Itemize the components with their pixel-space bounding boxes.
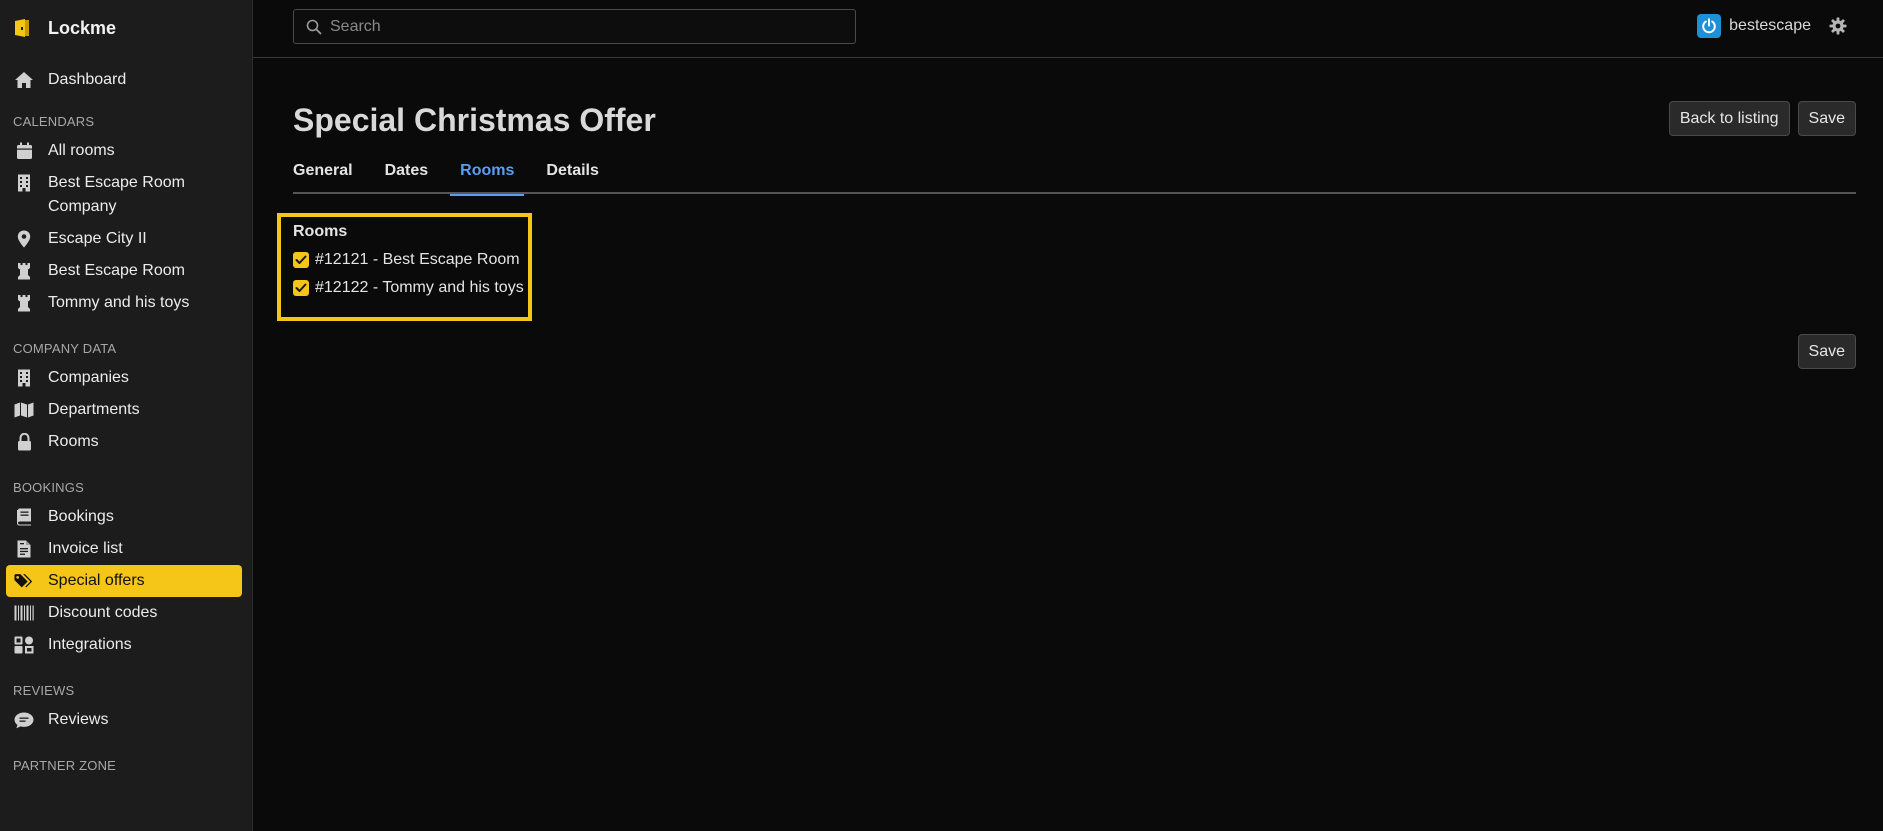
comment-icon: [14, 710, 34, 730]
user-menu[interactable]: bestescape: [1697, 14, 1847, 38]
barcode-icon: [14, 603, 34, 623]
sidebar-item-label: Discount codes: [48, 604, 158, 621]
sidebar-item-label: Integrations: [48, 636, 132, 653]
sidebar-item-label: Bookings: [48, 508, 114, 525]
rooms-title: Rooms: [293, 223, 348, 240]
calendar-icon: [14, 141, 34, 161]
tabs: General Dates Rooms Details: [293, 156, 1856, 196]
sidebar-item-label: Special offers: [48, 572, 145, 589]
sidebar-item-integrations[interactable]: Integrations: [6, 629, 242, 661]
home-icon: [14, 70, 34, 90]
building-icon: [14, 368, 34, 388]
map-icon: [14, 400, 34, 420]
map-pin-icon: [14, 229, 34, 249]
rooms-section: Rooms #12121 - Best Escape Room #12122 -…: [277, 213, 532, 321]
power-icon[interactable]: [1697, 14, 1722, 38]
topbar: bestescape: [253, 0, 1883, 58]
page-title: Special Christmas Offer: [293, 102, 656, 138]
check-icon: [295, 255, 307, 264]
sidebar-item-invoice-list[interactable]: Invoice list: [6, 533, 242, 565]
sidebar-item-label: Departments: [48, 401, 140, 418]
sidebar-item-label: Best Escape Room: [48, 262, 185, 279]
brand[interactable]: Lockme: [0, 0, 252, 56]
user-name[interactable]: bestescape: [1729, 17, 1811, 35]
section-company-data: COMPANY DATA: [13, 341, 117, 356]
sidebar-item-reviews[interactable]: Reviews: [6, 704, 242, 736]
save-bottom-button[interactable]: Save: [1797, 334, 1856, 369]
bottom-actions: Save: [1797, 334, 1856, 369]
sidebar-item-label: Dashboard: [48, 71, 127, 88]
book-icon: [14, 507, 34, 527]
sidebar-item-escape-city-ii[interactable]: Escape City II: [6, 223, 242, 255]
lock-icon: [14, 432, 34, 452]
sidebar-item-label: Best Escape Room Company: [48, 174, 185, 215]
sidebar-item-discount-codes[interactable]: Discount codes: [6, 597, 242, 629]
puzzle-icon: [14, 635, 34, 655]
back-to-listing-button[interactable]: Back to listing: [1668, 101, 1790, 136]
tab-general[interactable]: General: [293, 156, 353, 194]
tags-icon: [14, 571, 34, 591]
sidebar-item-all-rooms[interactable]: All rooms: [6, 135, 242, 167]
sidebar-item-tommy-and-his-toys[interactable]: Tommy and his toys: [6, 287, 242, 319]
section-bookings: BOOKINGS: [13, 480, 84, 495]
sidebar-item-rooms[interactable]: Rooms: [6, 426, 242, 458]
sidebar-item-best-escape-room-company[interactable]: Best Escape Room Company: [6, 167, 242, 223]
section-reviews: REVIEWS: [13, 683, 75, 698]
room-checkbox[interactable]: [293, 280, 309, 296]
main-area: bestescape Special Christmas Offer Back …: [253, 0, 1883, 831]
room-label[interactable]: #12121 - Best Escape Room: [315, 251, 520, 269]
search-icon: [306, 19, 322, 35]
sidebar-item-special-offers[interactable]: Special offers: [6, 565, 242, 597]
header-actions: Back to listing Save: [1668, 101, 1856, 136]
chess-rook-icon: [14, 293, 34, 313]
check-icon: [295, 283, 307, 292]
tab-dates[interactable]: Dates: [385, 156, 429, 194]
room-option[interactable]: #12121 - Best Escape Room: [293, 251, 528, 269]
room-checkbox[interactable]: [293, 252, 309, 268]
sidebar-item-label: Escape City II: [48, 230, 147, 247]
sidebar-item-best-escape-room[interactable]: Best Escape Room: [6, 255, 242, 287]
sidebar-item-label: Invoice list: [48, 540, 123, 557]
room-option[interactable]: #12122 - Tommy and his toys: [293, 279, 528, 297]
room-label[interactable]: #12122 - Tommy and his toys: [315, 279, 524, 297]
sidebar: Lockme Dashboard CALENDARS All rooms Bes…: [0, 0, 253, 831]
invoice-icon: [14, 539, 34, 559]
sidebar-item-label: Rooms: [48, 433, 99, 450]
sidebar-item-dashboard[interactable]: Dashboard: [6, 64, 242, 96]
save-button[interactable]: Save: [1797, 101, 1856, 136]
chess-rook-icon: [14, 261, 34, 281]
app-name: Lockme: [48, 17, 117, 38]
section-calendars: CALENDARS: [13, 114, 95, 129]
tab-details[interactable]: Details: [546, 156, 598, 194]
gear-icon[interactable]: [1829, 17, 1847, 35]
sidebar-item-label: All rooms: [48, 142, 115, 159]
lockme-logo-icon: [14, 18, 30, 38]
search-box[interactable]: [293, 9, 856, 44]
sidebar-item-label: Reviews: [48, 711, 109, 728]
sidebar-item-bookings[interactable]: Bookings: [6, 501, 242, 533]
building-icon: [14, 173, 34, 193]
search-input[interactable]: [330, 17, 855, 36]
sidebar-item-label: Tommy and his toys: [48, 294, 190, 311]
tab-rooms[interactable]: Rooms: [450, 156, 525, 196]
sidebar-item-companies[interactable]: Companies: [6, 362, 242, 394]
sidebar-item-departments[interactable]: Departments: [6, 394, 242, 426]
section-partner-zone: PARTNER ZONE: [13, 758, 117, 773]
sidebar-item-label: Companies: [48, 369, 129, 386]
